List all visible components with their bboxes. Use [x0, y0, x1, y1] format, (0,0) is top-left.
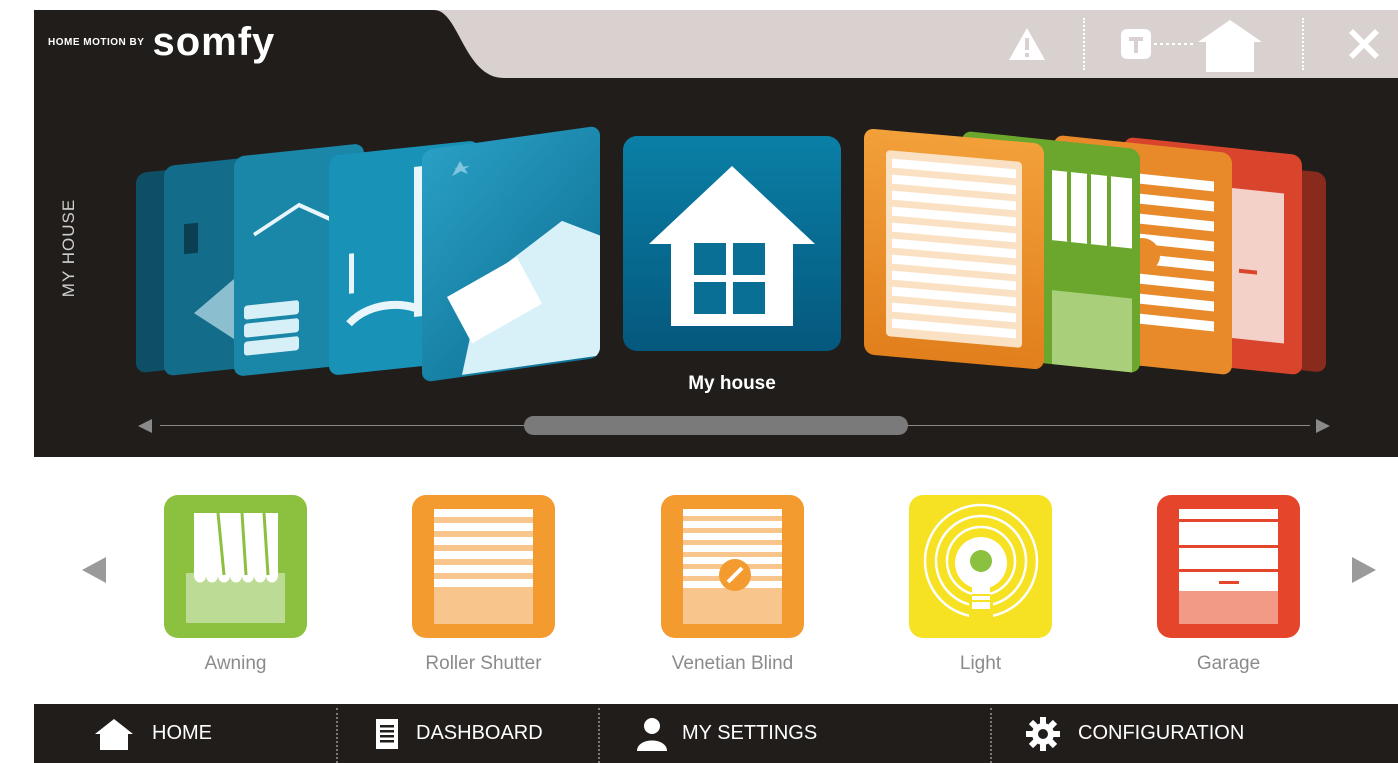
nav-configuration[interactable]: CONFIGURATION: [1026, 704, 1244, 763]
prev-arrow-icon[interactable]: [82, 557, 106, 583]
device-light[interactable]: Light: [909, 495, 1052, 685]
gear-icon: [1026, 716, 1060, 751]
house-icon: [649, 166, 815, 326]
brand-tagline: HOME MOTION BY: [48, 36, 145, 48]
house-icon[interactable]: [1154, 10, 1266, 78]
next-arrow-icon[interactable]: [1352, 557, 1376, 583]
close-icon[interactable]: [1339, 10, 1389, 78]
selected-room-label: My house: [688, 373, 776, 394]
header-bar: HOME MOTION BY somfy: [34, 10, 1398, 78]
nav-home-label: HOME: [152, 722, 212, 744]
nav-divider: [598, 708, 600, 763]
garage-door-icon: [1157, 495, 1300, 638]
home-icon: [94, 717, 134, 751]
nav-home[interactable]: HOME: [94, 704, 212, 763]
bottom-nav: HOME DASHBOARD MY SETTINGS CONFIGURATION: [34, 704, 1398, 763]
nav-dashboard[interactable]: DASHBOARD: [376, 704, 543, 763]
app-frame: HOME MOTION BY somfy MY HOUSE My house A…: [34, 0, 1398, 763]
nav-dashboard-label: DASHBOARD: [416, 722, 543, 744]
device-roller-shutter[interactable]: Roller Shutter: [412, 495, 555, 685]
device-label: Roller Shutter: [425, 653, 542, 674]
warning-icon[interactable]: [1002, 10, 1052, 78]
carousel-scroll-thumb[interactable]: [524, 416, 908, 435]
somfy-logo: HOME MOTION BY somfy: [48, 20, 275, 64]
device-garage[interactable]: Garage: [1157, 495, 1300, 685]
device-card[interactable]: [864, 128, 1044, 370]
nav-configuration-label: CONFIGURATION: [1078, 722, 1245, 744]
side-label: MY HOUSE: [59, 198, 78, 298]
device-awning[interactable]: Awning: [164, 495, 307, 685]
awning-icon: [164, 495, 307, 638]
brand-tab: HOME MOTION BY somfy: [34, 10, 504, 78]
dashboard-icon: [376, 718, 398, 749]
room-card[interactable]: [422, 125, 600, 383]
venetian-blind-icon: [661, 495, 804, 638]
nav-my-settings[interactable]: MY SETTINGS: [636, 704, 817, 763]
device-venetian-blind[interactable]: Venetian Blind: [661, 495, 804, 685]
room-carousel: MY HOUSE My house: [34, 78, 1398, 457]
device-label: Garage: [1196, 653, 1261, 674]
scroll-left-arrow-icon[interactable]: [138, 419, 152, 433]
device-label: Awning: [204, 653, 267, 674]
nav-divider: [336, 708, 338, 763]
device-label: Light: [959, 653, 1002, 674]
light-bulb-icon: [909, 495, 1052, 638]
roller-shutter-icon: [412, 495, 555, 638]
nav-divider: [990, 708, 992, 763]
device-label: Venetian Blind: [671, 653, 794, 674]
device-strip: Awning Roller Shutter Venetian Blind Lig…: [34, 457, 1398, 704]
scroll-right-arrow-icon[interactable]: [1316, 419, 1330, 433]
user-icon: [636, 717, 668, 751]
timer-icon[interactable]: [1116, 10, 1156, 78]
brand-name: somfy: [152, 20, 276, 64]
nav-my-settings-label: MY SETTINGS: [682, 722, 818, 744]
header-divider: [1083, 18, 1085, 70]
header-divider: [1302, 18, 1304, 70]
selected-room-card[interactable]: [623, 136, 841, 351]
